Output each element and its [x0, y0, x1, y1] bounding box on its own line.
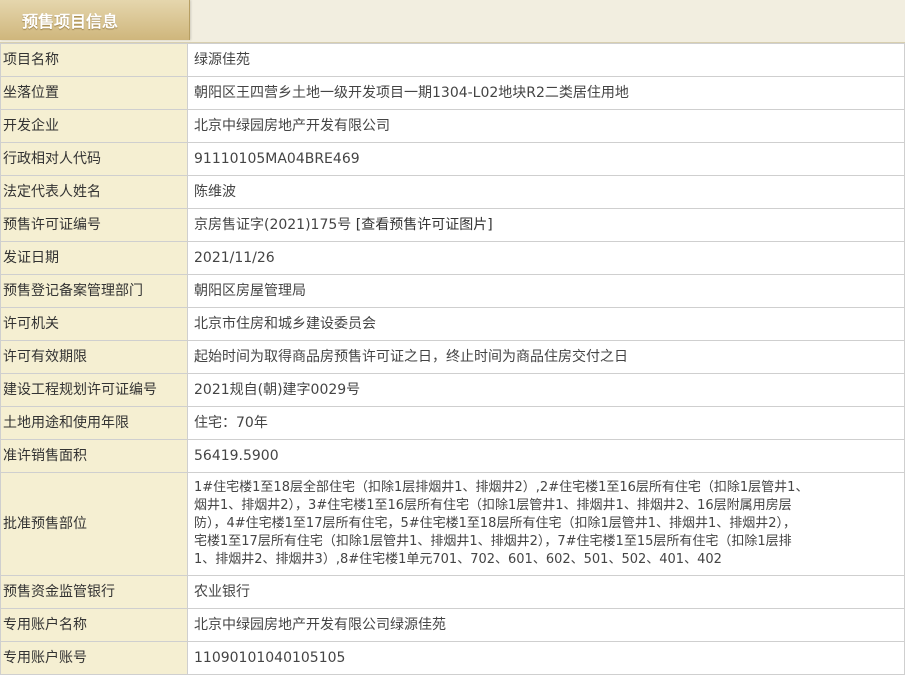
row-label: 预售资金监管银行 [0, 575, 188, 609]
view-permit-image-link[interactable]: [查看预售许可证图片] [356, 217, 493, 233]
table-row: 准许销售面积 56419.5900 [0, 439, 905, 473]
row-value: 起始时间为取得商品房预售许可证之日，终止时间为商品住房交付之日 [187, 340, 905, 374]
row-label: 专用账户名称 [0, 608, 188, 642]
table-row: 预售资金监管银行 农业银行 [0, 575, 905, 609]
table-row: 预售许可证编号 京房售证字(2021)175号 [查看预售许可证图片] [0, 208, 905, 242]
row-value: 绿源佳苑 [187, 43, 905, 77]
row-value: 北京中绿园房地产开发有限公司 [187, 109, 905, 143]
table-row: 发证日期 2021/11/26 [0, 241, 905, 275]
table-row: 专用账户账号 11090101040105105 [0, 641, 905, 675]
row-label: 预售登记备案管理部门 [0, 274, 188, 308]
row-value: 北京中绿园房地产开发有限公司绿源佳苑 [187, 608, 905, 642]
row-value: 北京市住房和城乡建设委员会 [187, 307, 905, 341]
table-row: 法定代表人姓名 陈维波 [0, 175, 905, 209]
row-value: 56419.5900 [187, 439, 905, 473]
row-label: 建设工程规划许可证编号 [0, 373, 188, 407]
row-value: 农业银行 [187, 575, 905, 609]
row-value: 朝阳区房屋管理局 [187, 274, 905, 308]
row-value: 京房售证字(2021)175号 [查看预售许可证图片] [187, 208, 905, 242]
row-label: 坐落位置 [0, 76, 188, 110]
table-row: 预售登记备案管理部门 朝阳区房屋管理局 [0, 274, 905, 308]
row-label: 土地用途和使用年限 [0, 406, 188, 440]
row-label: 专用账户账号 [0, 641, 188, 675]
row-label: 项目名称 [0, 43, 188, 77]
row-label: 准许销售面积 [0, 439, 188, 473]
table-row: 专用账户名称 北京中绿园房地产开发有限公司绿源佳苑 [0, 608, 905, 642]
presale-scope-value: 1#住宅楼1至18层全部住宅（扣除1层排烟井1、排烟井2）,2#住宅楼1至16层… [187, 472, 905, 576]
row-value: 91110105MA04BRE469 [187, 142, 905, 176]
row-label: 预售许可证编号 [0, 208, 188, 242]
table-row: 建设工程规划许可证编号 2021规自(朝)建字0029号 [0, 373, 905, 407]
row-value: 朝阳区王四营乡土地一级开发项目一期1304-L02地块R2二类居住用地 [187, 76, 905, 110]
scope-line: 烟井1、排烟井2），3#住宅楼1至16层所有住宅（扣除1层管井1、排烟井1、排烟… [194, 498, 792, 513]
table-row: 行政相对人代码 91110105MA04BRE469 [0, 142, 905, 176]
project-info-table: 项目名称 绿源佳苑 坐落位置 朝阳区王四营乡土地一级开发项目一期1304-L02… [0, 43, 905, 675]
section-tab: 预售项目信息 [0, 0, 190, 40]
table-row: 土地用途和使用年限 住宅：70年 [0, 406, 905, 440]
row-value: 陈维波 [187, 175, 905, 209]
table-row: 批准预售部位 1#住宅楼1至18层全部住宅（扣除1层排烟井1、排烟井2）,2#住… [0, 472, 905, 576]
row-label: 许可有效期限 [0, 340, 188, 374]
section-header: 预售项目信息 [0, 0, 905, 43]
table-row: 项目名称 绿源佳苑 [0, 43, 905, 77]
table-row: 许可机关 北京市住房和城乡建设委员会 [0, 307, 905, 341]
table-row: 许可有效期限 起始时间为取得商品房预售许可证之日，终止时间为商品住房交付之日 [0, 340, 905, 374]
row-value: 住宅：70年 [187, 406, 905, 440]
scope-line: 1#住宅楼1至18层全部住宅（扣除1层排烟井1、排烟井2）,2#住宅楼1至16层… [194, 480, 809, 495]
permit-number: 京房售证字(2021)175号 [194, 216, 352, 233]
row-label: 发证日期 [0, 241, 188, 275]
row-label: 行政相对人代码 [0, 142, 188, 176]
scope-line: 防），4#住宅楼1至17层所有住宅，5#住宅楼1至18层所有住宅（扣除1层管井1… [194, 516, 797, 531]
table-row: 坐落位置 朝阳区王四营乡土地一级开发项目一期1304-L02地块R2二类居住用地 [0, 76, 905, 110]
table-row: 开发企业 北京中绿园房地产开发有限公司 [0, 109, 905, 143]
scope-line: 宅楼1至17层所有住宅（扣除1层管井1、排烟井1、排烟井2），7#住宅楼1至15… [194, 534, 792, 549]
row-label: 许可机关 [0, 307, 188, 341]
row-label: 开发企业 [0, 109, 188, 143]
row-value: 2021规自(朝)建字0029号 [187, 373, 905, 407]
row-label: 批准预售部位 [0, 472, 188, 576]
row-value: 11090101040105105 [187, 641, 905, 675]
row-label: 法定代表人姓名 [0, 175, 188, 209]
section-title: 预售项目信息 [22, 12, 119, 31]
scope-line: 1、排烟井2、排烟井3）,8#住宅楼1单元701、702、601、602、501… [194, 552, 722, 567]
row-value: 2021/11/26 [187, 241, 905, 275]
